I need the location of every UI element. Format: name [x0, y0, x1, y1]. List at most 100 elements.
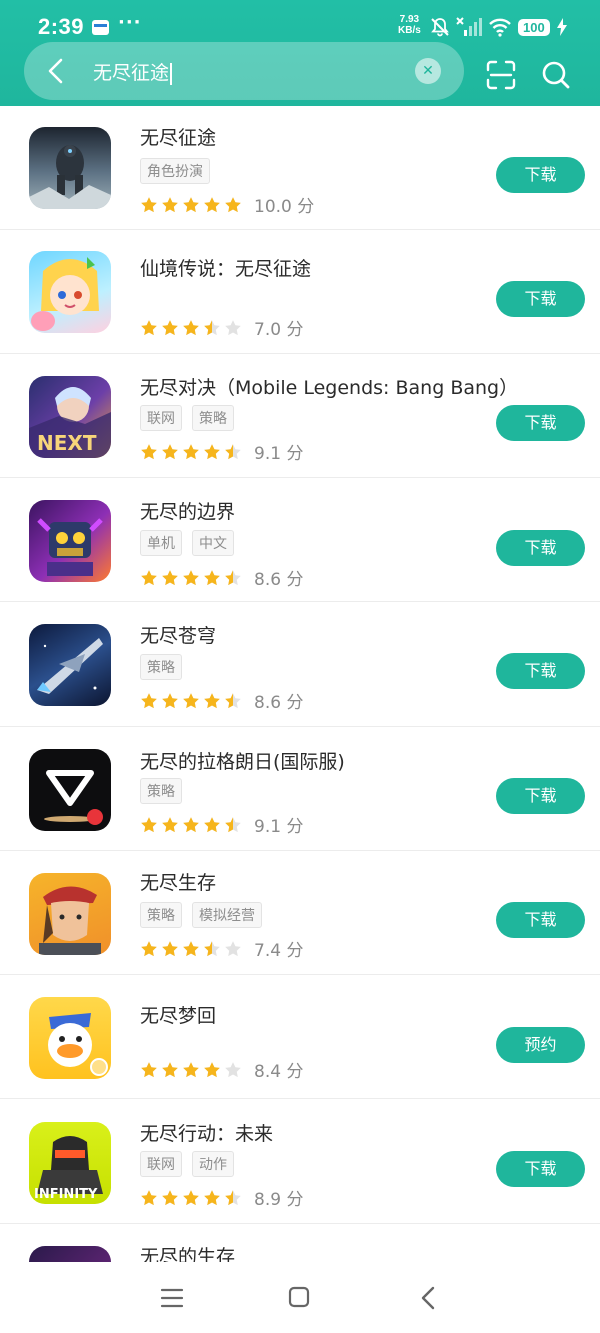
app-tag: 模拟经营 — [192, 902, 262, 928]
search-icon[interactable] — [541, 60, 571, 90]
mech-robot-game-icon[interactable] — [29, 500, 111, 582]
download-button[interactable]: 下载 — [496, 405, 585, 441]
star-rating — [140, 1061, 242, 1079]
app-name[interactable]: 无尽苍穹 — [140, 621, 216, 648]
search-input[interactable]: 无尽征途 — [93, 58, 172, 85]
app-name[interactable]: 无尽的边界 — [140, 497, 235, 524]
star-half-icon — [225, 816, 241, 832]
app-score: 10.0 分 — [254, 197, 315, 217]
result-row[interactable]: 无尽的边界 单机 中文 8.6 分 下载 — [0, 478, 600, 602]
star-full-icon — [183, 816, 199, 832]
star-full-icon — [204, 196, 220, 212]
star-full-icon — [162, 569, 178, 585]
clear-icon[interactable]: ✕ — [415, 58, 441, 84]
app-name[interactable]: 无尽梦回 — [140, 1001, 216, 1028]
status-bar: 2:39 ··· 7.93 KB/s 100 — [0, 0, 600, 42]
scan-icon[interactable] — [486, 60, 516, 90]
star-full-icon — [183, 569, 199, 585]
result-row[interactable]: 无尽生存 策略 模拟经营 7.4 分 下载 — [0, 851, 600, 975]
app-tags: 策略 — [140, 778, 182, 804]
star-rating — [140, 196, 242, 214]
app-rating: 9.1 分 — [140, 439, 303, 464]
star-empty-icon — [225, 319, 241, 335]
result-row[interactable]: 无尽梦回 8.4 分 预约 — [0, 975, 600, 1099]
app-rating: 10.0 分 — [140, 192, 314, 217]
back-icon[interactable] — [418, 1285, 438, 1311]
app-score: 7.0 分 — [254, 320, 304, 340]
back-arrow-icon[interactable] — [40, 55, 72, 87]
cartoon-duck-game-icon[interactable] — [29, 997, 111, 1079]
star-full-icon — [141, 940, 157, 956]
app-tags: 单机 中文 — [140, 530, 234, 556]
app-tag: 策略 — [140, 778, 182, 804]
download-button[interactable]: 下载 — [496, 902, 585, 938]
spaceship-game-icon[interactable] — [29, 624, 111, 706]
app-name[interactable]: 无尽征途 — [140, 123, 216, 150]
star-full-icon — [204, 443, 220, 459]
app-rating: 9.1 分 — [140, 812, 303, 837]
app-tag: 中文 — [192, 530, 234, 556]
download-button[interactable]: 下载 — [496, 530, 585, 566]
app-tags: 策略 模拟经营 — [140, 902, 262, 928]
download-button[interactable]: 下载 — [496, 778, 585, 814]
app-tag: 策略 — [192, 405, 234, 431]
lagrange-logo-game-icon[interactable] — [29, 749, 111, 831]
status-icons: 100 — [430, 16, 568, 38]
star-empty-icon — [225, 1061, 241, 1077]
download-button[interactable]: 下载 — [496, 157, 585, 193]
anime-girl-game-icon[interactable] — [29, 251, 111, 333]
app-tags: 角色扮演 — [140, 158, 210, 184]
app-name[interactable]: 无尽的拉格朗日(国际服) — [140, 747, 345, 774]
app-name[interactable]: 无尽的生存 — [140, 1242, 235, 1262]
infinity-ops-game-icon[interactable]: INFINITY — [29, 1122, 111, 1204]
app-rating: 7.4 分 — [140, 936, 303, 961]
no-signal-icon — [456, 17, 482, 36]
result-row[interactable]: INFINITY 无尽行动：未来 联网 动作 8.9 分 下载 — [0, 1100, 600, 1224]
app-score: 7.4 分 — [254, 941, 304, 961]
star-full-icon — [225, 196, 241, 212]
app-name[interactable]: 无尽行动：未来 — [140, 1119, 273, 1146]
reserve-button[interactable]: 预约 — [496, 1027, 585, 1063]
download-button[interactable]: 下载 — [496, 1151, 585, 1187]
star-rating — [140, 816, 242, 834]
result-row[interactable]: 无尽的生存 — [0, 1224, 600, 1262]
app-name[interactable]: 仙境传说：无尽征途 — [140, 254, 311, 281]
menu-icon[interactable] — [160, 1287, 184, 1309]
app-name[interactable]: 无尽生存 — [140, 868, 216, 895]
star-full-icon — [183, 196, 199, 212]
star-half-icon — [225, 443, 241, 459]
mlbb-next-game-icon[interactable]: NEXT — [29, 376, 111, 458]
survivor-woman-game-icon[interactable] — [29, 873, 111, 955]
purple-game-icon[interactable] — [29, 1246, 111, 1262]
result-row[interactable]: 无尽苍穹 策略 8.6 分 下载 — [0, 603, 600, 727]
star-full-icon — [204, 692, 220, 708]
search-results-list[interactable]: 无尽征途 角色扮演 10.0 分 下载 仙境传说：无尽征途 7.0 分 下载 N… — [0, 106, 600, 1262]
star-full-icon — [141, 1189, 157, 1205]
star-rating — [140, 569, 242, 587]
app-score: 8.6 分 — [254, 570, 304, 590]
download-button[interactable]: 下载 — [496, 653, 585, 689]
result-row[interactable]: 仙境传说：无尽征途 7.0 分 下载 — [0, 230, 600, 354]
network-speed-unit: KB/s — [398, 25, 421, 36]
app-rating: 8.6 分 — [140, 565, 303, 590]
search-bar[interactable]: 无尽征途 ✕ — [24, 42, 464, 100]
star-full-icon — [183, 940, 199, 956]
result-row[interactable]: NEXT 无尽对决（Mobile Legends: Bang Bang） 联网 … — [0, 354, 600, 478]
battery-level: 100 — [518, 18, 550, 36]
giant-titan-game-icon[interactable] — [29, 127, 111, 209]
app-tag: 联网 — [140, 405, 182, 431]
home-icon[interactable] — [288, 1286, 310, 1308]
star-rating — [140, 692, 242, 710]
star-full-icon — [183, 692, 199, 708]
star-full-icon — [183, 319, 199, 335]
app-name[interactable]: 无尽对决（Mobile Legends: Bang Bang） — [140, 373, 518, 400]
network-speed: 7.93 KB/s — [398, 14, 421, 36]
app-rating: 8.4 分 — [140, 1057, 303, 1082]
app-rating: 8.6 分 — [140, 688, 303, 713]
result-row[interactable]: 无尽的拉格朗日(国际服) 策略 9.1 分 下载 — [0, 727, 600, 851]
star-half-icon — [225, 1189, 241, 1205]
download-button[interactable]: 下载 — [496, 281, 585, 317]
result-row[interactable]: 无尽征途 角色扮演 10.0 分 下载 — [0, 106, 600, 230]
app-tags: 联网 动作 — [140, 1151, 234, 1177]
app-header: 2:39 ··· 7.93 KB/s 100 无尽征途 ✕ — [0, 0, 600, 106]
